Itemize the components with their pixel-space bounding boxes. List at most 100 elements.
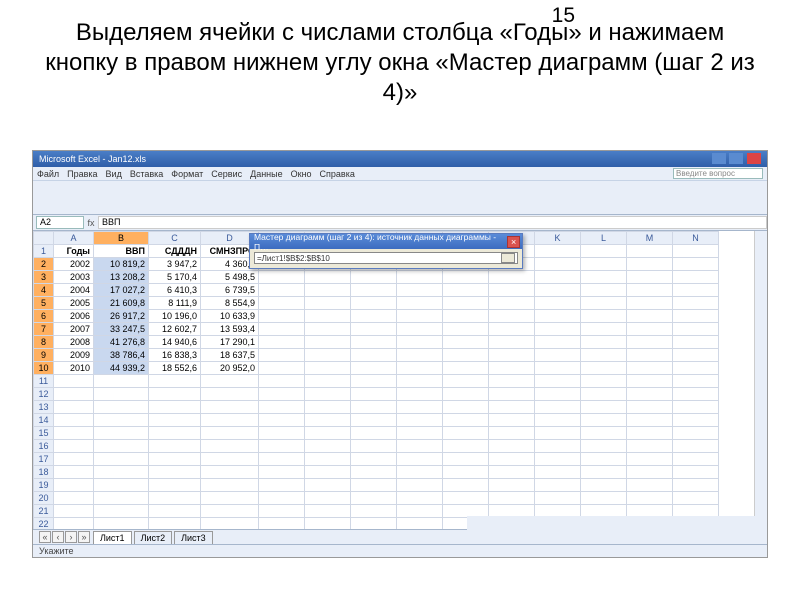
cell-F20[interactable] [305, 492, 351, 505]
cell-A12[interactable] [54, 388, 94, 401]
cell-B14[interactable] [94, 414, 149, 427]
cell-D11[interactable] [201, 375, 259, 388]
cell-B7[interactable]: 33 247,5 [94, 323, 149, 336]
row-header-9[interactable]: 9 [34, 349, 54, 362]
cell-K20[interactable] [535, 492, 581, 505]
cell-L2[interactable] [581, 258, 627, 271]
cell-A11[interactable] [54, 375, 94, 388]
row-header-21[interactable]: 21 [34, 505, 54, 518]
cell-C17[interactable] [149, 453, 201, 466]
cell-M20[interactable] [627, 492, 673, 505]
cell-M14[interactable] [627, 414, 673, 427]
cell-J18[interactable] [489, 466, 535, 479]
cell-N2[interactable] [673, 258, 719, 271]
cell-F15[interactable] [305, 427, 351, 440]
cell-G5[interactable] [351, 297, 397, 310]
wizard-range-field[interactable]: =Лист1!$B$2:$B$10 [254, 252, 518, 264]
minimize-button[interactable] [712, 153, 726, 164]
cell-B17[interactable] [94, 453, 149, 466]
cell-E20[interactable] [259, 492, 305, 505]
cell-J3[interactable] [489, 271, 535, 284]
cell-L3[interactable] [581, 271, 627, 284]
cell-K11[interactable] [535, 375, 581, 388]
cell-C20[interactable] [149, 492, 201, 505]
cell-I17[interactable] [443, 453, 489, 466]
cell-K19[interactable] [535, 479, 581, 492]
row-header-10[interactable]: 10 [34, 362, 54, 375]
cell-F9[interactable] [305, 349, 351, 362]
cell-D6[interactable]: 10 633,9 [201, 310, 259, 323]
cell-M16[interactable] [627, 440, 673, 453]
cell-F8[interactable] [305, 336, 351, 349]
cell-H19[interactable] [397, 479, 443, 492]
cell-K7[interactable] [535, 323, 581, 336]
cell-H20[interactable] [397, 492, 443, 505]
cell-A20[interactable] [54, 492, 94, 505]
cell-D21[interactable] [201, 505, 259, 518]
cell-E11[interactable] [259, 375, 305, 388]
cell-C11[interactable] [149, 375, 201, 388]
row-header-16[interactable]: 16 [34, 440, 54, 453]
cell-L8[interactable] [581, 336, 627, 349]
horizontal-scrollbar[interactable] [467, 516, 767, 531]
cell-D18[interactable] [201, 466, 259, 479]
cell-J6[interactable] [489, 310, 535, 323]
cell-G13[interactable] [351, 401, 397, 414]
cell-L7[interactable] [581, 323, 627, 336]
cell-G15[interactable] [351, 427, 397, 440]
cell-C5[interactable]: 8 111,9 [149, 297, 201, 310]
cell-G21[interactable] [351, 505, 397, 518]
cell-G3[interactable] [351, 271, 397, 284]
cell-B4[interactable]: 17 027,2 [94, 284, 149, 297]
cell-M17[interactable] [627, 453, 673, 466]
menu-help[interactable]: Справка [320, 169, 355, 179]
cell-L13[interactable] [581, 401, 627, 414]
col-header-M[interactable]: M [627, 232, 673, 245]
menu-tools[interactable]: Сервис [211, 169, 242, 179]
cell-B21[interactable] [94, 505, 149, 518]
cell-C18[interactable] [149, 466, 201, 479]
cell-B9[interactable]: 38 786,4 [94, 349, 149, 362]
cell-M2[interactable] [627, 258, 673, 271]
cell-C8[interactable]: 14 940,6 [149, 336, 201, 349]
cell-E6[interactable] [259, 310, 305, 323]
cell-J10[interactable] [489, 362, 535, 375]
cell-I20[interactable] [443, 492, 489, 505]
cell-N7[interactable] [673, 323, 719, 336]
cell-N15[interactable] [673, 427, 719, 440]
cell-H21[interactable] [397, 505, 443, 518]
cell-L18[interactable] [581, 466, 627, 479]
cell-K15[interactable] [535, 427, 581, 440]
cell-H7[interactable] [397, 323, 443, 336]
wizard-close-button[interactable]: × [507, 236, 520, 248]
cell-J14[interactable] [489, 414, 535, 427]
menu-edit[interactable]: Правка [67, 169, 97, 179]
cell-H3[interactable] [397, 271, 443, 284]
sheet-tab-2[interactable]: Лист2 [134, 531, 173, 544]
cell-N1[interactable] [673, 245, 719, 258]
cell-L10[interactable] [581, 362, 627, 375]
cell-K13[interactable] [535, 401, 581, 414]
cell-I14[interactable] [443, 414, 489, 427]
cell-K5[interactable] [535, 297, 581, 310]
cell-I3[interactable] [443, 271, 489, 284]
cell-G8[interactable] [351, 336, 397, 349]
cell-C16[interactable] [149, 440, 201, 453]
cell-L9[interactable] [581, 349, 627, 362]
cell-E9[interactable] [259, 349, 305, 362]
cell-E4[interactable] [259, 284, 305, 297]
cell-I18[interactable] [443, 466, 489, 479]
row-header-19[interactable]: 19 [34, 479, 54, 492]
cell-E21[interactable] [259, 505, 305, 518]
cell-D9[interactable]: 18 637,5 [201, 349, 259, 362]
cell-L1[interactable] [581, 245, 627, 258]
vertical-scrollbar[interactable] [754, 231, 767, 529]
cell-M3[interactable] [627, 271, 673, 284]
cell-F6[interactable] [305, 310, 351, 323]
cell-D12[interactable] [201, 388, 259, 401]
cell-N19[interactable] [673, 479, 719, 492]
cell-D16[interactable] [201, 440, 259, 453]
cell-K3[interactable] [535, 271, 581, 284]
cell-L14[interactable] [581, 414, 627, 427]
cell-F14[interactable] [305, 414, 351, 427]
